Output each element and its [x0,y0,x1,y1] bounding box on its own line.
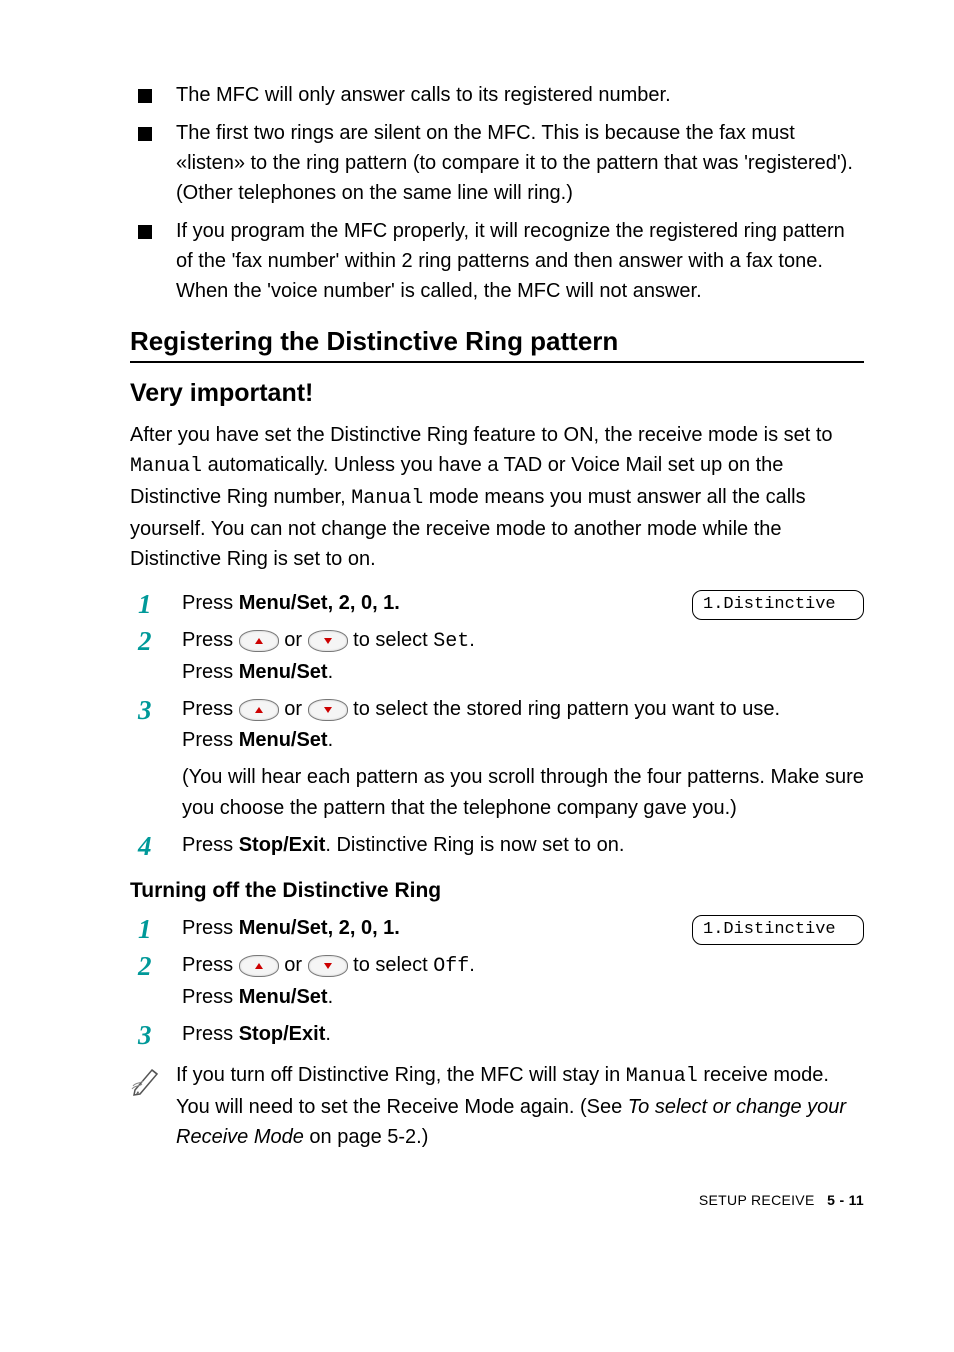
down-arrow-icon [308,630,348,652]
key-menuset: Menu/Set [239,661,328,683]
key-stopexit: Stop/Exit [239,834,326,856]
bulleted-list: The MFC will only answer calls to its re… [130,80,864,306]
step-text: . [325,1023,331,1045]
intro-code-manual: Manual [130,455,202,478]
step-number: 3 [138,1015,152,1057]
note-icon [130,1064,164,1103]
intro-text: After you have set the Distinctive Ring … [130,424,833,446]
down-arrow-icon [308,955,348,977]
step-number: 2 [138,946,152,988]
step-text: Press [182,698,239,720]
intro-code-manual: Manual [351,487,423,510]
step-item: 4 Press Stop/Exit. Distinctive Ring is n… [130,830,864,861]
step-text: Press [182,1023,239,1045]
down-arrow-icon [308,699,348,721]
footer-section: SETUP RECEIVE [699,1192,815,1208]
step-number: 3 [138,690,152,732]
code-off: Off [433,955,469,978]
step-item: 3 Press Stop/Exit. [130,1019,864,1050]
code-set: Set [433,630,469,653]
step-text: . [328,986,334,1008]
step-text: Press [182,834,239,856]
step-text: Press [182,661,239,683]
steps-registering: 1 Press Menu/Set, 2, 0, 1. 1.Distinctive… [130,588,864,861]
note-part: on page 5-2.) [304,1126,429,1148]
steps-turn-off: 1 Press Menu/Set, 2, 0, 1. 1.Distinctive… [130,913,864,1050]
step-text: to select [353,954,433,976]
lcd-display: 1.Distinctive [692,590,864,620]
step-text: . [328,661,334,683]
step-number: 1 [138,909,152,951]
step-text: to select [353,629,433,651]
step-number: 1 [138,584,152,626]
step-text: or [284,698,307,720]
step-text: Press [182,917,239,939]
step-text: Press [182,629,239,651]
lcd-display: 1.Distinctive [692,915,864,945]
step-item: 3 Press or to select the stored ring pat… [130,694,864,824]
up-arrow-icon [239,699,279,721]
bullet-item: If you program the MFC properly, it will… [130,216,864,306]
step-text: Press [182,729,239,751]
step-text: Press [182,592,239,614]
step-item: 2 Press or to select Off. Press Menu/Set… [130,950,864,1013]
heading-very-important: Very important! [130,379,864,408]
note-part: If you turn off Distinctive Ring, the MF… [176,1064,626,1086]
intro-paragraph: After you have set the Distinctive Ring … [130,420,864,574]
step-text: . [469,629,475,651]
step-subtext: (You will hear each pattern as you scrol… [182,762,864,824]
step-text: . [469,954,475,976]
step-text: or [284,954,307,976]
step-text: , 2, 0, 1. [328,917,400,939]
footer-page-number: 5 - 11 [827,1192,864,1208]
step-item: 2 Press or to select Set. Press Menu/Set… [130,625,864,688]
note-text: If you turn off Distinctive Ring, the MF… [176,1060,864,1152]
step-text: Press [182,986,239,1008]
key-menuset: Menu/Set [239,729,328,751]
key-menuset: Menu/Set [239,917,328,939]
step-number: 2 [138,621,152,663]
up-arrow-icon [239,630,279,652]
heading-registering: Registering the Distinctive Ring pattern [130,326,864,363]
step-text: . [328,729,334,751]
up-arrow-icon [239,955,279,977]
step-text: to select the stored ring pattern you wa… [353,698,780,720]
note-block: If you turn off Distinctive Ring, the MF… [130,1060,864,1152]
heading-turn-off: Turning off the Distinctive Ring [130,879,864,903]
step-item: 1 Press Menu/Set, 2, 0, 1. 1.Distinctive [130,913,864,944]
step-item: 1 Press Menu/Set, 2, 0, 1. 1.Distinctive [130,588,864,619]
bullet-item: The first two rings are silent on the MF… [130,118,864,208]
key-menuset: Menu/Set [239,986,328,1008]
page-footer: SETUP RECEIVE 5 - 11 [130,1192,864,1208]
step-text: . Distinctive Ring is now set to on. [325,834,624,856]
bullet-item: The MFC will only answer calls to its re… [130,80,864,110]
step-number: 4 [138,826,152,868]
key-menuset: Menu/Set [239,592,328,614]
code-manual: Manual [626,1065,698,1088]
step-text: or [284,629,307,651]
step-text: , 2, 0, 1. [328,592,400,614]
key-stopexit: Stop/Exit [239,1023,326,1045]
step-text: Press [182,954,239,976]
